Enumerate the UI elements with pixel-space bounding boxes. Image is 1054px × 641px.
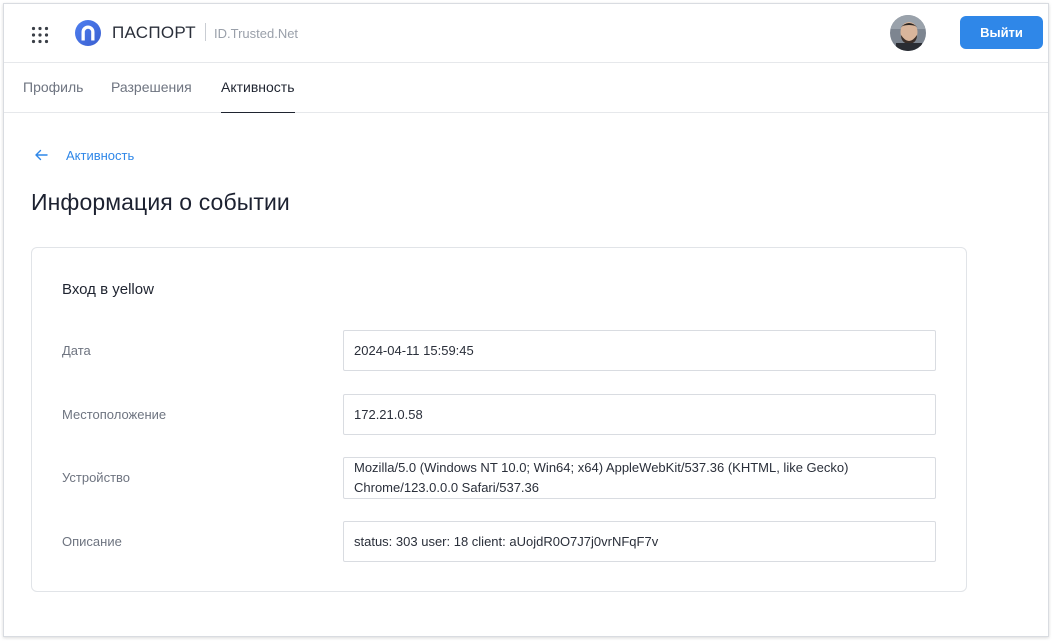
field-label: Описание [62, 534, 122, 549]
field-label: Устройство [62, 470, 131, 485]
brand-name: ПАСПОРТ [112, 23, 196, 42]
avatar[interactable] [890, 15, 926, 51]
date-field: 2024-04-11 15:59:45 [343, 330, 936, 371]
apps-grid-icon[interactable] [31, 26, 49, 44]
header: ПАСПОРТ ID.Trusted.Net Выйти [4, 4, 1048, 63]
device-field: Mozilla/5.0 (Windows NT 10.0; Win64; x64… [343, 457, 936, 499]
brand-divider [205, 23, 206, 41]
passport-logo-icon [74, 19, 102, 47]
location-field: 172.21.0.58 [343, 394, 936, 435]
back-link[interactable]: Активность [34, 144, 134, 166]
tab-activity[interactable]: Активность [221, 64, 295, 113]
arrow-left-icon [34, 148, 48, 162]
field-label: Местоположение [62, 407, 167, 422]
tab-permissions[interactable]: Разрешения [111, 64, 192, 113]
app-window: ПАСПОРТ ID.Trusted.Net Выйти Профиль Раз… [3, 3, 1049, 637]
brand-domain: ID.Trusted.Net [214, 26, 299, 41]
description-field: status: 303 user: 18 client: aUojdR0O7J7… [343, 521, 936, 562]
field-label: Дата [62, 343, 91, 358]
back-link-label: Активность [66, 147, 135, 163]
tab-profile[interactable]: Профиль [23, 64, 83, 113]
event-title: Вход в yellow [62, 281, 154, 298]
page-title: Информация о событии [31, 189, 290, 215]
tab-bar: Профиль Разрешения Активность [4, 64, 1048, 113]
event-card: Вход в yellow Дата 2024-04-11 15:59:45 М… [31, 247, 967, 592]
logout-button[interactable]: Выйти [960, 16, 1043, 49]
